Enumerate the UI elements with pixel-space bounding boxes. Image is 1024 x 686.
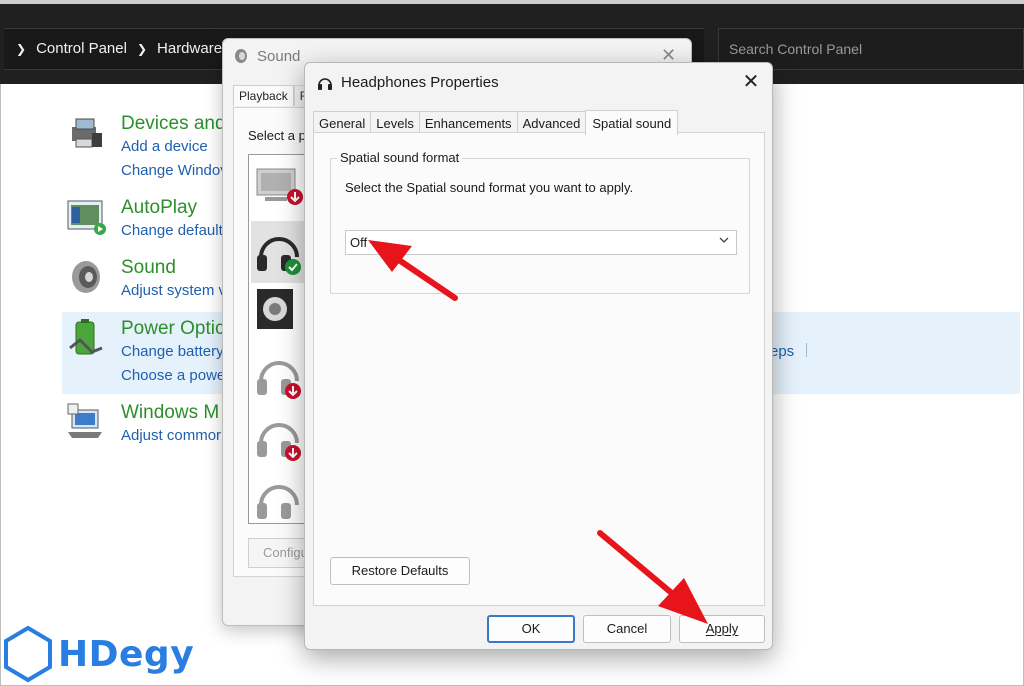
headphones-disabled-icon[interactable]	[251, 407, 307, 469]
headphones-properties-dialog: Headphones Properties ✕ General Levels E…	[304, 62, 773, 650]
spatial-format-dropdown[interactable]: Off	[345, 230, 737, 255]
headphones-device-icon[interactable]	[251, 221, 307, 283]
tab-advanced[interactable]: Advanced	[516, 111, 587, 134]
restore-defaults-button[interactable]: Restore Defaults	[330, 557, 470, 585]
device-list[interactable]	[248, 154, 308, 524]
mobility-center-icon	[67, 403, 102, 438]
tab-enhancements[interactable]: Enhancements	[418, 111, 518, 134]
title-strip	[0, 0, 1024, 4]
speaker-device-icon[interactable]	[251, 283, 307, 345]
headphones-disabled-icon[interactable]	[251, 345, 307, 407]
link-separator	[806, 343, 807, 357]
power-extra-link[interactable]: eps	[770, 343, 794, 360]
breadcrumb: ❯ Control Panel ❯ Hardware an	[6, 40, 243, 57]
cancel-button[interactable]: Cancel	[583, 615, 671, 643]
tab-general[interactable]: General	[313, 111, 372, 134]
select-device-prompt: Select a p	[248, 128, 306, 143]
sound-dialog-icon	[235, 49, 247, 63]
group-label: Spatial sound format	[337, 150, 463, 165]
autoplay-icon	[67, 200, 106, 235]
dialog-title: Headphones Properties	[341, 74, 499, 91]
category-title[interactable]: Windows M	[121, 402, 219, 424]
breadcrumb-separator-icon: ❯	[16, 41, 27, 56]
breadcrumb-separator-icon: ❯	[136, 41, 148, 56]
spatial-sound-panel: Spatial sound format Select the Spatial …	[313, 132, 765, 606]
adjust-common-settings-link[interactable]: Adjust commor	[121, 427, 221, 444]
sound-dialog-title: Sound	[257, 48, 301, 65]
change-battery-link[interactable]: Change battery	[121, 343, 224, 360]
category-title[interactable]: Devices and	[121, 113, 226, 135]
headphones-disabled-icon[interactable]	[251, 469, 307, 524]
change-settings-link[interactable]: Change Windov	[121, 162, 228, 179]
category-title[interactable]: Sound	[121, 257, 176, 279]
headphones-icon	[318, 78, 332, 90]
change-default-link[interactable]: Change default	[121, 222, 223, 239]
properties-tab-bar: General Levels Enhancements Advanced Spa…	[313, 109, 679, 135]
apply-button[interactable]: Apply	[679, 615, 765, 643]
adjust-volume-link[interactable]: Adjust system v	[121, 282, 226, 299]
spatial-format-group: Spatial sound format Select the Spatial …	[330, 150, 750, 294]
dropdown-value: Off	[350, 235, 368, 250]
choose-power-plan-link[interactable]: Choose a powe	[121, 367, 225, 384]
battery-plug-icon	[69, 319, 103, 355]
breadcrumb-control-panel[interactable]: Control Panel	[36, 40, 127, 57]
category-title[interactable]: AutoPlay	[121, 197, 197, 219]
chevron-down-icon	[719, 237, 729, 243]
group-description: Select the Spatial sound format you want…	[345, 180, 634, 195]
watermark-text: HDegy	[58, 634, 195, 675]
tab-levels[interactable]: Levels	[370, 111, 420, 134]
speaker-icon	[72, 261, 100, 293]
tab-spatial-sound[interactable]: Spatial sound	[585, 110, 679, 135]
devices-printers-icon	[72, 118, 102, 148]
sound-tab-bar: Playback R	[233, 85, 315, 106]
close-icon[interactable]: ✕	[733, 67, 769, 97]
tab-playback[interactable]: Playback	[233, 85, 294, 106]
monitor-device-icon[interactable]	[251, 159, 307, 221]
category-title[interactable]: Power Optic	[121, 318, 224, 340]
ok-button[interactable]: OK	[487, 615, 575, 643]
add-device-link[interactable]: Add a device	[121, 138, 208, 155]
